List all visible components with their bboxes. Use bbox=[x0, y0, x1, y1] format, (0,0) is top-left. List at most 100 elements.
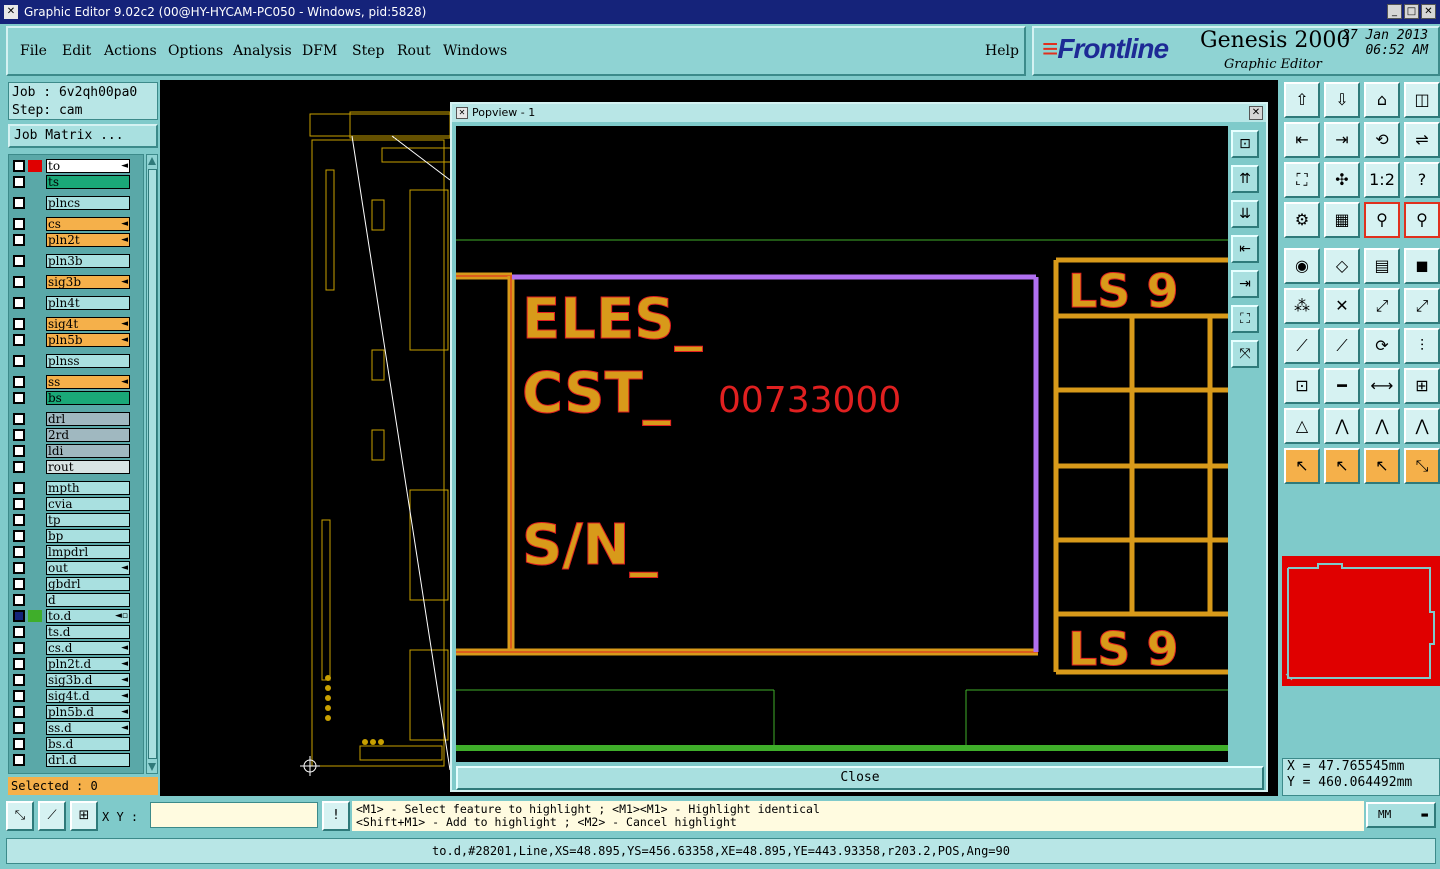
layer-name[interactable]: sig3b.d ◄ bbox=[46, 673, 130, 687]
layer-color-swatch[interactable] bbox=[28, 276, 42, 288]
move-up-icon[interactable]: ⇧ bbox=[1284, 82, 1320, 118]
layer-affected-icon[interactable]: ◄ bbox=[121, 706, 128, 718]
popview-tool-icon[interactable]: ⇥ bbox=[1231, 270, 1259, 298]
layer-color-swatch[interactable] bbox=[28, 197, 42, 209]
menu-file[interactable]: File bbox=[20, 43, 47, 59]
layer-name[interactable]: out ◄ bbox=[46, 561, 130, 575]
menu-options[interactable]: Options bbox=[168, 43, 223, 59]
layer-color-swatch[interactable] bbox=[28, 218, 42, 230]
layer-color-swatch[interactable] bbox=[28, 514, 42, 526]
layer-name[interactable]: sig4t.d ◄ bbox=[46, 689, 130, 703]
close-window-button[interactable]: ✕ bbox=[1421, 4, 1436, 19]
layer-name[interactable]: ss.d ◄ bbox=[46, 721, 130, 735]
layer-row[interactable]: cs.d ◄ bbox=[13, 641, 133, 655]
diagonal-icon[interactable]: ⤢ bbox=[1364, 288, 1400, 324]
pan-right-icon[interactable]: ⇥ bbox=[1324, 122, 1360, 158]
layer-color-swatch[interactable] bbox=[28, 176, 42, 188]
layer-name[interactable]: bs bbox=[46, 391, 130, 405]
layer-color-swatch[interactable] bbox=[28, 392, 42, 404]
layer-name[interactable]: ldi bbox=[46, 444, 130, 458]
menu-windows[interactable]: Windows bbox=[443, 43, 507, 59]
layer-row[interactable]: sig3b ◄ bbox=[13, 275, 133, 289]
layer-checkbox[interactable] bbox=[13, 674, 25, 686]
layer-color-swatch[interactable] bbox=[28, 297, 42, 309]
layer-checkbox[interactable] bbox=[13, 562, 25, 574]
layer-color-swatch[interactable] bbox=[28, 413, 42, 425]
layer-row[interactable]: ldi bbox=[13, 444, 133, 458]
layer-checkbox[interactable] bbox=[13, 498, 25, 510]
layer-checkbox[interactable] bbox=[13, 334, 25, 346]
layer-color-swatch[interactable] bbox=[28, 318, 42, 330]
layer-name[interactable]: d bbox=[46, 593, 130, 607]
layer-color-swatch[interactable] bbox=[28, 160, 42, 172]
layer-checkbox[interactable] bbox=[13, 297, 25, 309]
split-icon[interactable]: ⫶ bbox=[1404, 328, 1440, 364]
menu-help[interactable]: Help bbox=[985, 43, 1019, 59]
layer-name[interactable]: mpth bbox=[46, 481, 130, 495]
layer-checkbox[interactable] bbox=[13, 197, 25, 209]
menu-rout[interactable]: Rout bbox=[397, 43, 431, 59]
probe-icon[interactable]: ⚲ bbox=[1364, 202, 1400, 238]
layer-name[interactable]: bs.d bbox=[46, 737, 130, 751]
layer-row[interactable]: ss.d ◄ bbox=[13, 721, 133, 735]
layer-checkbox[interactable] bbox=[13, 754, 25, 766]
menu-dfm[interactable]: DFM bbox=[302, 43, 337, 59]
layer-name[interactable]: drl.d bbox=[46, 753, 130, 767]
layer-checkbox[interactable] bbox=[13, 355, 25, 367]
layer-checkbox[interactable] bbox=[13, 445, 25, 457]
layer-checkbox[interactable] bbox=[13, 690, 25, 702]
line-alt-icon[interactable]: ⟋ bbox=[1324, 328, 1360, 364]
layer-name[interactable]: rout bbox=[46, 460, 130, 474]
swap-icon[interactable]: ⇌ bbox=[1404, 122, 1440, 158]
layer-row[interactable]: pln2t.d ◄ bbox=[13, 657, 133, 671]
layer-row[interactable]: sig4t ◄ bbox=[13, 317, 133, 331]
cross-icon[interactable]: ✕ bbox=[1324, 288, 1360, 324]
layer-affected-icon[interactable]: ◄ bbox=[121, 376, 128, 388]
diagonal-alt-icon[interactable]: ⤢ bbox=[1404, 288, 1440, 324]
layer-row[interactable]: cs ◄ bbox=[13, 217, 133, 231]
zoom-center-icon[interactable]: ✣ bbox=[1324, 162, 1360, 198]
measure-icon[interactable]: ⟋ bbox=[38, 801, 66, 831]
overview-minimap[interactable] bbox=[1282, 556, 1440, 686]
layer-row[interactable]: bp bbox=[13, 529, 133, 543]
popview-tool-icon[interactable]: ⛶ bbox=[1231, 305, 1259, 333]
layer-affected-icon[interactable]: ◄▫ bbox=[115, 610, 128, 622]
layer-row[interactable]: d bbox=[13, 593, 133, 607]
maximize-button[interactable]: □ bbox=[1404, 4, 1419, 19]
route-icon[interactable]: ⤡ bbox=[1404, 448, 1440, 484]
connect-icon[interactable]: ⁂ bbox=[1284, 288, 1320, 324]
info-icon[interactable]: ! bbox=[322, 801, 350, 831]
window-icon[interactable]: ◫ bbox=[1404, 82, 1440, 118]
app-icon[interactable]: ✕ bbox=[4, 5, 18, 19]
select-circle-icon[interactable]: ↖ bbox=[1364, 448, 1400, 484]
layer-color-swatch[interactable] bbox=[28, 578, 42, 590]
layer-name[interactable]: drl bbox=[46, 412, 130, 426]
menu-step[interactable]: Step bbox=[352, 43, 384, 59]
layer-name[interactable]: tp bbox=[46, 513, 130, 527]
snap-icon[interactable]: ⤡ bbox=[6, 801, 34, 831]
pan-left-icon[interactable]: ⇤ bbox=[1284, 122, 1320, 158]
help-icon[interactable]: ? bbox=[1404, 162, 1440, 198]
popview-close-icon[interactable]: ✕ bbox=[1249, 106, 1263, 120]
layer-checkbox[interactable] bbox=[13, 514, 25, 526]
layer-name[interactable]: pln5b ◄ bbox=[46, 333, 130, 347]
layer-color-swatch[interactable] bbox=[28, 355, 42, 367]
undo-icon[interactable]: ⟲ bbox=[1364, 122, 1400, 158]
peak-alt-icon[interactable]: ⋀ bbox=[1364, 408, 1400, 444]
layer-name[interactable]: pln4t bbox=[46, 296, 130, 310]
layer-checkbox[interactable] bbox=[13, 610, 25, 622]
menu-actions[interactable]: Actions bbox=[104, 43, 157, 59]
home-icon[interactable]: ⌂ bbox=[1364, 82, 1400, 118]
layer-checkbox[interactable] bbox=[13, 276, 25, 288]
layer-row[interactable]: plnss bbox=[13, 354, 133, 368]
layer-affected-icon[interactable]: ◄ bbox=[121, 642, 128, 654]
layer-name[interactable]: pln3b bbox=[46, 254, 130, 268]
layer-checkbox[interactable] bbox=[13, 482, 25, 494]
layer-row[interactable]: to ◄ bbox=[13, 159, 133, 173]
layer-row[interactable]: pln4t bbox=[13, 296, 133, 310]
popview-tool-icon[interactable]: ⇊ bbox=[1231, 200, 1259, 228]
layer-color-swatch[interactable] bbox=[28, 754, 42, 766]
layer-affected-icon[interactable]: ◄ bbox=[121, 658, 128, 670]
layer-row[interactable]: drl bbox=[13, 412, 133, 426]
layer-name[interactable]: pln5b.d ◄ bbox=[46, 705, 130, 719]
